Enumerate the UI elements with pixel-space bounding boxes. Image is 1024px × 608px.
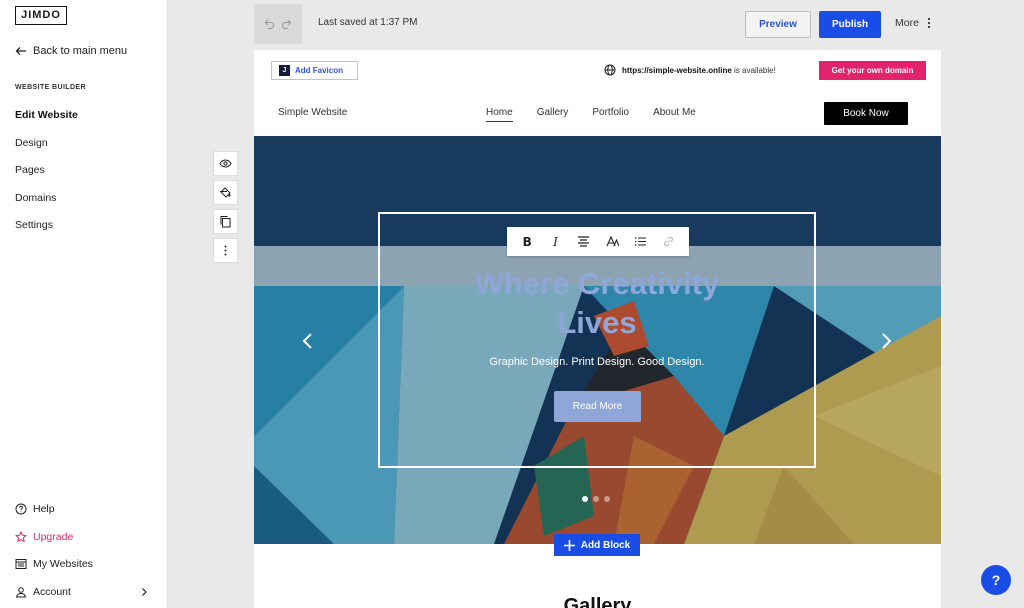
paint-bucket-icon xyxy=(220,187,231,198)
hero-title-line-2: Lives xyxy=(557,305,637,340)
add-favicon-label: Add Favicon xyxy=(295,66,344,75)
account-label: Account xyxy=(33,586,71,598)
more-menu-button[interactable]: More xyxy=(895,17,931,29)
last-saved-status: Last saved at 1:37 PM xyxy=(318,17,418,28)
my-websites-label: My Websites xyxy=(33,558,93,570)
more-label: More xyxy=(895,17,919,29)
hero-title-line-1: Where Creativity xyxy=(474,266,720,301)
sidebar-item-settings[interactable]: Settings xyxy=(15,219,53,231)
upgrade-label: Upgrade xyxy=(33,531,74,543)
font-style-button[interactable] xyxy=(604,234,620,250)
nav-about-me[interactable]: About Me xyxy=(653,107,696,122)
kebab-icon xyxy=(927,17,931,29)
plus-icon xyxy=(563,539,575,551)
chevron-left-icon xyxy=(302,333,312,349)
font-icon xyxy=(606,235,619,247)
link-button[interactable] xyxy=(661,234,677,250)
help-icon xyxy=(15,503,27,515)
book-now-button[interactable]: Book Now xyxy=(824,102,908,125)
copy-icon xyxy=(220,216,231,228)
add-block-button[interactable]: Add Block xyxy=(554,534,640,556)
block-options-tool[interactable] xyxy=(213,238,238,263)
arrow-left-icon xyxy=(15,47,26,55)
align-center-icon xyxy=(578,236,590,247)
domain-url: https://simple-website.online xyxy=(622,65,732,75)
read-more-button[interactable]: Read More xyxy=(554,391,641,422)
sidebar-item-help[interactable]: Help xyxy=(15,503,150,515)
undo-icon[interactable] xyxy=(263,18,275,30)
slide-indicators xyxy=(582,496,610,502)
preview-button[interactable]: Preview xyxy=(745,11,811,38)
site-name[interactable]: Simple Website xyxy=(278,107,347,118)
sidebar-item-edit-website[interactable]: Edit Website xyxy=(15,109,78,121)
sidebar-item-domains[interactable]: Domains xyxy=(15,192,56,204)
sidebar-item-design[interactable]: Design xyxy=(15,137,48,149)
text-format-toolbar: B I xyxy=(507,227,689,256)
redo-icon[interactable] xyxy=(281,18,293,30)
user-icon xyxy=(15,587,27,598)
site-navigation: Home Gallery Portfolio About Me xyxy=(486,107,696,122)
nav-portfolio[interactable]: Portfolio xyxy=(592,107,629,122)
back-to-main-menu[interactable]: Back to main menu xyxy=(15,45,127,57)
duplicate-tool[interactable] xyxy=(213,209,238,234)
publish-button[interactable]: Publish xyxy=(819,11,881,38)
website-canvas: J Add Favicon https://simple-website.onl… xyxy=(254,50,941,608)
sidebar-item-upgrade[interactable]: Upgrade xyxy=(15,531,150,543)
slide-dot-2[interactable] xyxy=(593,496,599,502)
italic-button[interactable]: I xyxy=(547,234,563,250)
visibility-tool[interactable] xyxy=(213,151,238,176)
hero-slider: Where Creativity Lives B I Graphic Desig… xyxy=(254,136,941,544)
jimdo-logo[interactable]: JIMDO xyxy=(15,6,67,25)
nav-gallery[interactable]: Gallery xyxy=(537,107,569,122)
help-chat-button[interactable]: ? xyxy=(981,565,1011,595)
nav-home[interactable]: Home xyxy=(486,107,513,122)
chevron-right-icon xyxy=(142,588,147,596)
chevron-right-icon xyxy=(882,333,892,349)
style-tool[interactable] xyxy=(213,180,238,205)
gallery-section-title[interactable]: Gallery xyxy=(254,595,941,608)
back-label: Back to main menu xyxy=(33,45,128,57)
kebab-icon xyxy=(224,245,227,256)
domain-availability: https://simple-website.online is availab… xyxy=(604,64,776,76)
help-label: Help xyxy=(33,503,55,515)
hero-subtitle[interactable]: Graphic Design. Print Design. Good Desig… xyxy=(378,356,816,368)
add-block-label: Add Block xyxy=(580,539,631,551)
link-icon xyxy=(664,236,674,247)
sidebar-item-pages[interactable]: Pages xyxy=(15,164,45,176)
prev-slide-arrow[interactable] xyxy=(298,331,318,351)
list-button[interactable] xyxy=(632,234,648,250)
editor-topbar: Last saved at 1:37 PM Preview Publish Mo… xyxy=(168,0,1024,50)
get-domain-button[interactable]: Get your own domain xyxy=(819,61,926,80)
domain-suffix: is available! xyxy=(731,65,776,75)
block-tools xyxy=(213,151,238,267)
add-favicon-button[interactable]: J Add Favicon xyxy=(271,61,358,80)
bold-button[interactable]: B xyxy=(519,234,535,250)
sidebar-item-account[interactable]: Account xyxy=(15,586,150,598)
list-icon xyxy=(634,237,646,246)
undo-redo-group xyxy=(254,4,302,44)
sidebar-item-my-websites[interactable]: My Websites xyxy=(15,558,150,570)
section-heading: WEBSITE BUILDER xyxy=(15,84,86,91)
globe-icon xyxy=(604,64,616,76)
slide-dot-3[interactable] xyxy=(604,496,610,502)
next-slide-arrow[interactable] xyxy=(876,331,896,351)
slide-dot-1[interactable] xyxy=(582,496,588,502)
align-button[interactable] xyxy=(576,234,592,250)
hero-title[interactable]: Where Creativity Lives xyxy=(378,264,816,342)
star-icon xyxy=(15,531,27,543)
sidebar: JIMDO Back to main menu WEBSITE BUILDER … xyxy=(0,0,168,608)
jimdo-badge-icon: J xyxy=(279,65,290,76)
eye-icon xyxy=(219,159,232,168)
websites-icon xyxy=(15,559,27,569)
